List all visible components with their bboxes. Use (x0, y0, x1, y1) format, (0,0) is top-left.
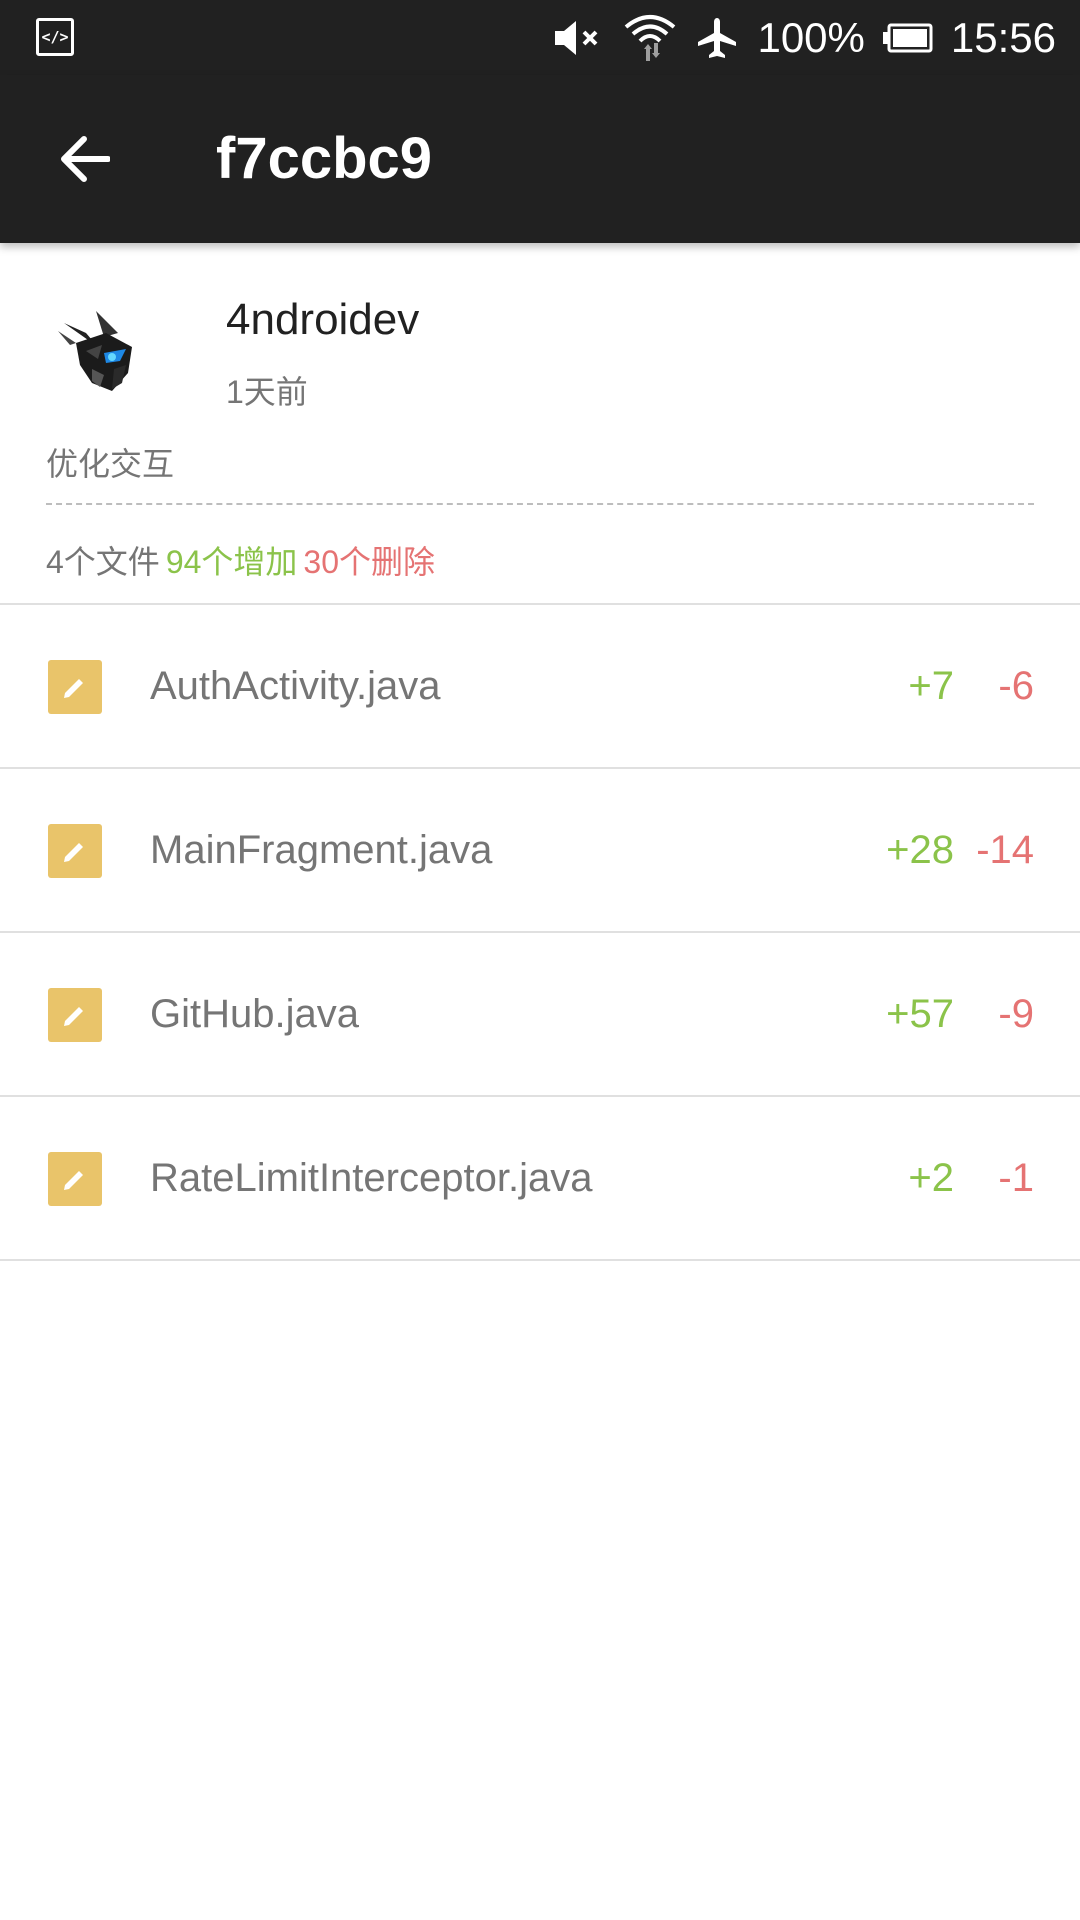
wifi-icon (623, 13, 677, 63)
back-button[interactable] (40, 115, 128, 203)
file-name: RateLimitInterceptor.java (150, 1156, 593, 1200)
edit-icon (48, 988, 102, 1042)
avatar[interactable] (46, 303, 146, 403)
commit-time: 1天前 (226, 374, 308, 410)
file-name: AuthActivity.java (150, 664, 441, 708)
file-name: GitHub.java (150, 992, 359, 1036)
edit-icon (48, 1152, 102, 1206)
page-title: f7ccbc9 (216, 126, 433, 191)
arrow-back-icon (61, 136, 110, 182)
file-deletions: -9 (998, 992, 1034, 1036)
mute-icon (551, 18, 605, 58)
file-deletions: -14 (976, 828, 1034, 872)
commit-header: 4ndroidev 1天前 优化交互 4个文件 94个增加 30个删除 (0, 243, 1080, 605)
edit-icon (48, 824, 102, 878)
author-name: 4ndroidev (226, 295, 420, 344)
dashed-divider (46, 503, 1034, 505)
file-deletions: -1 (998, 1156, 1034, 1200)
file-name: MainFragment.java (150, 828, 493, 872)
commit-stats: 4个文件 94个增加 30个删除 (46, 537, 435, 583)
file-additions: +57 (886, 992, 954, 1036)
battery-icon (882, 23, 933, 53)
file-row[interactable]: MainFragment.java +28 -14 (0, 769, 1080, 933)
status-bar: </> 100% 15:56 (0, 0, 1080, 75)
edit-icon (48, 660, 102, 714)
file-additions: +28 (886, 828, 954, 872)
file-deletions: -6 (998, 664, 1034, 708)
file-row[interactable]: AuthActivity.java +7 -6 (0, 605, 1080, 769)
developer-mode-icon: </> (36, 18, 74, 56)
app-bar: f7ccbc9 (0, 75, 1080, 243)
commit-message: 优化交互 (46, 446, 175, 482)
deletions-count: 30个删除 (303, 544, 436, 580)
file-row[interactable]: GitHub.java +57 -9 (0, 933, 1080, 1097)
additions-count: 94个增加 (165, 544, 298, 580)
battery-percent: 100% (757, 13, 865, 61)
file-additions: +7 (908, 664, 954, 708)
file-list: AuthActivity.java +7 -6 MainFragment.jav… (0, 605, 1080, 1261)
status-icons: 100% 15:56 (551, 0, 1056, 75)
airplane-icon (695, 16, 739, 60)
files-changed-count: 4个文件 (46, 544, 160, 580)
file-additions: +2 (908, 1156, 954, 1200)
file-row[interactable]: RateLimitInterceptor.java +2 -1 (0, 1097, 1080, 1261)
clock: 15:56 (950, 13, 1056, 61)
